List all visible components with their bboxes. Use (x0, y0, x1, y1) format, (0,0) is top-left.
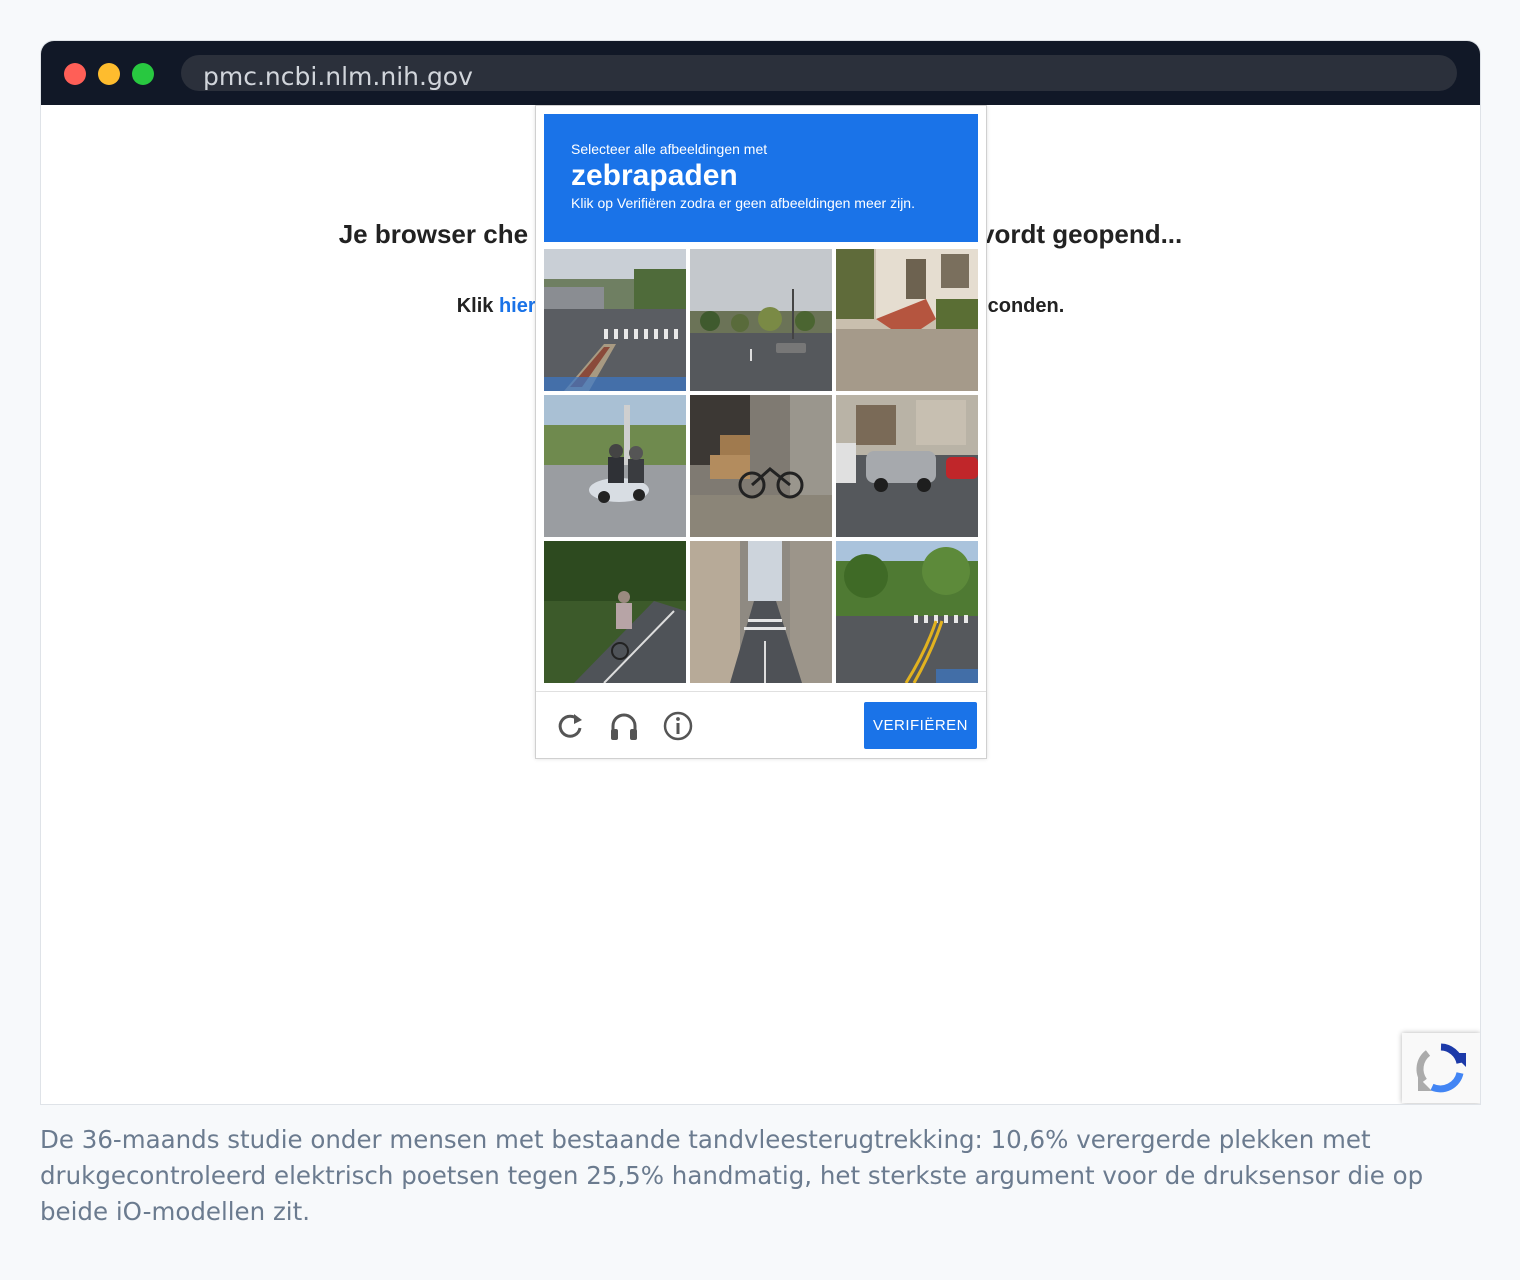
heading-right: vordt geopend... (980, 219, 1183, 249)
cyclist-image (544, 541, 686, 683)
captcha-tile-9[interactable] (836, 541, 978, 683)
info-icon[interactable] (662, 710, 694, 742)
captcha-keyword: zebrapaden (571, 159, 738, 192)
narrow-street-image (690, 541, 832, 683)
article-caption: De 36-maands studie onder mensen met bes… (40, 1125, 1424, 1226)
captcha-tile-5[interactable] (690, 395, 832, 537)
scooter-image (544, 395, 686, 537)
page-viewport: Je browser che vordt geopend... Klik hier… (41, 105, 1480, 1104)
captcha-image-grid (544, 249, 978, 683)
recaptcha-logo-icon (1416, 1043, 1466, 1093)
captcha-challenge: Selecteer alle afbeeldingen met zebrapad… (535, 105, 987, 759)
browser-window: pmc.ncbi.nlm.nih.gov Je browser che vordt… (40, 40, 1481, 1105)
address-bar[interactable]: pmc.ncbi.nlm.nih.gov (181, 55, 1457, 91)
captcha-tile-3[interactable] (836, 249, 978, 391)
captcha-tile-7[interactable] (544, 541, 686, 683)
here-link[interactable]: hier (499, 295, 536, 317)
headphones-icon[interactable] (608, 710, 640, 742)
bicycle-boxes-image (690, 395, 832, 537)
minimize-window-button[interactable] (98, 63, 120, 85)
cars-image (836, 395, 978, 537)
browser-titlebar: pmc.ncbi.nlm.nih.gov (41, 41, 1480, 105)
captcha-hint: Klik op Verifiëren zodra er geen afbeeld… (571, 195, 915, 211)
captcha-tile-2[interactable] (690, 249, 832, 391)
subline-left: Klik (456, 295, 499, 317)
intersection-image (690, 249, 832, 391)
maximize-window-button[interactable] (132, 63, 154, 85)
street-crosswalk-image (544, 249, 686, 391)
verify-button[interactable]: VERIFIËREN (864, 702, 977, 749)
captcha-tile-6[interactable] (836, 395, 978, 537)
captcha-tile-8[interactable] (690, 541, 832, 683)
reload-icon[interactable] (554, 710, 586, 742)
subline-right: conden. (987, 295, 1065, 317)
close-window-button[interactable] (64, 63, 86, 85)
heading-left: Je browser che (338, 219, 529, 249)
captcha-footer: VERIFIËREN (536, 691, 986, 760)
recaptcha-badge[interactable] (1402, 1033, 1480, 1103)
captcha-instruction: Selecteer alle afbeeldingen met (571, 141, 768, 157)
captcha-tile-4[interactable] (544, 395, 686, 537)
captcha-header: Selecteer alle afbeeldingen met zebrapad… (544, 114, 978, 242)
house-steps-image (836, 249, 978, 391)
road-crosswalk-image (836, 541, 978, 683)
captcha-tile-1[interactable] (544, 249, 686, 391)
